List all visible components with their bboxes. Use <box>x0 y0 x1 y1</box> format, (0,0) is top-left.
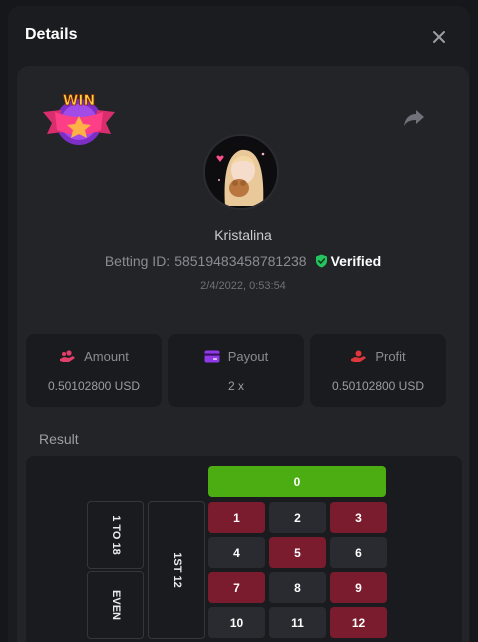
number-cell-10[interactable]: 10 <box>208 607 265 638</box>
close-icon <box>433 31 445 43</box>
wallet-card-icon <box>204 350 220 363</box>
bet-details-card: WIN Kristalina Betting ID: 5 851948345878… <box>17 66 469 642</box>
dozen-bet-label: 1ST 12 <box>170 552 183 588</box>
avatar <box>203 134 279 210</box>
number-cell-12[interactable]: 12 <box>330 607 387 638</box>
win-badge-icon: WIN <box>43 93 115 145</box>
verified-label: Verified <box>330 253 382 269</box>
shield-check-icon <box>315 254 327 268</box>
range-bet-label: 1 TO 18 <box>109 515 122 555</box>
modal-title: Details <box>25 26 78 43</box>
bet-date: 2/4/2022, 0:53:54 <box>200 280 286 292</box>
amount-stat: Amount 0.50102800 USD <box>26 334 162 407</box>
share-icon[interactable] <box>402 108 426 128</box>
betting-id-value: 58519483458781238 <box>174 253 307 269</box>
number-cell-2[interactable]: 2 <box>269 502 326 533</box>
profit-label: Profit <box>375 349 406 364</box>
parity-bet-label: EVEN <box>109 590 122 620</box>
profit-stat: Profit 0.50102800 USD <box>310 334 446 407</box>
close-button[interactable] <box>428 26 450 48</box>
amount-label: Amount <box>84 349 129 364</box>
modal-header: Details <box>8 6 470 64</box>
number-cell-7[interactable]: 7 <box>208 572 265 603</box>
number-cell-6[interactable]: 6 <box>330 537 387 568</box>
payout-value: 2 x <box>227 379 244 393</box>
number-cell-9[interactable]: 9 <box>330 572 387 603</box>
betting-id-label: Betting ID: <box>104 253 171 269</box>
username: Kristalina <box>214 227 272 243</box>
range-bet-cell[interactable]: 1 TO 18 <box>87 501 144 569</box>
payout-label: Payout <box>227 349 269 364</box>
win-badge-text: WIN <box>63 93 95 109</box>
verified-badge: Verified <box>315 253 382 269</box>
number-cell-3[interactable]: 3 <box>330 502 387 533</box>
number-cell-4[interactable]: 4 <box>208 537 265 568</box>
profit-value: 0.50102800 USD <box>331 379 425 393</box>
profit-hand-icon <box>351 350 367 362</box>
number-cell-1[interactable]: 1 <box>208 502 265 533</box>
roulette-board: 1 TO 18 EVEN 1ST 12 0 1 2 3 4 5 6 7 8 9 10 11 12 <box>26 456 462 642</box>
details-modal: Details WIN Kristalina Betting ID: 58519… <box>8 6 470 642</box>
coins-hand-icon <box>60 349 76 362</box>
result-label: Result <box>39 431 79 447</box>
payout-stat: Payout 2 x <box>168 334 304 407</box>
zero-cell[interactable]: 0 <box>208 466 386 497</box>
parity-bet-cell[interactable]: EVEN <box>87 571 144 639</box>
number-cell-8[interactable]: 8 <box>269 572 326 603</box>
betting-id-row: Betting ID: 58519483458781238 Verified <box>17 253 469 269</box>
amount-value: 0.50102800 USD <box>47 379 141 393</box>
number-cell-11[interactable]: 11 <box>269 607 326 638</box>
number-cell-5[interactable]: 5 <box>269 537 326 568</box>
dozen-bet-cell[interactable]: 1ST 12 <box>148 501 205 639</box>
